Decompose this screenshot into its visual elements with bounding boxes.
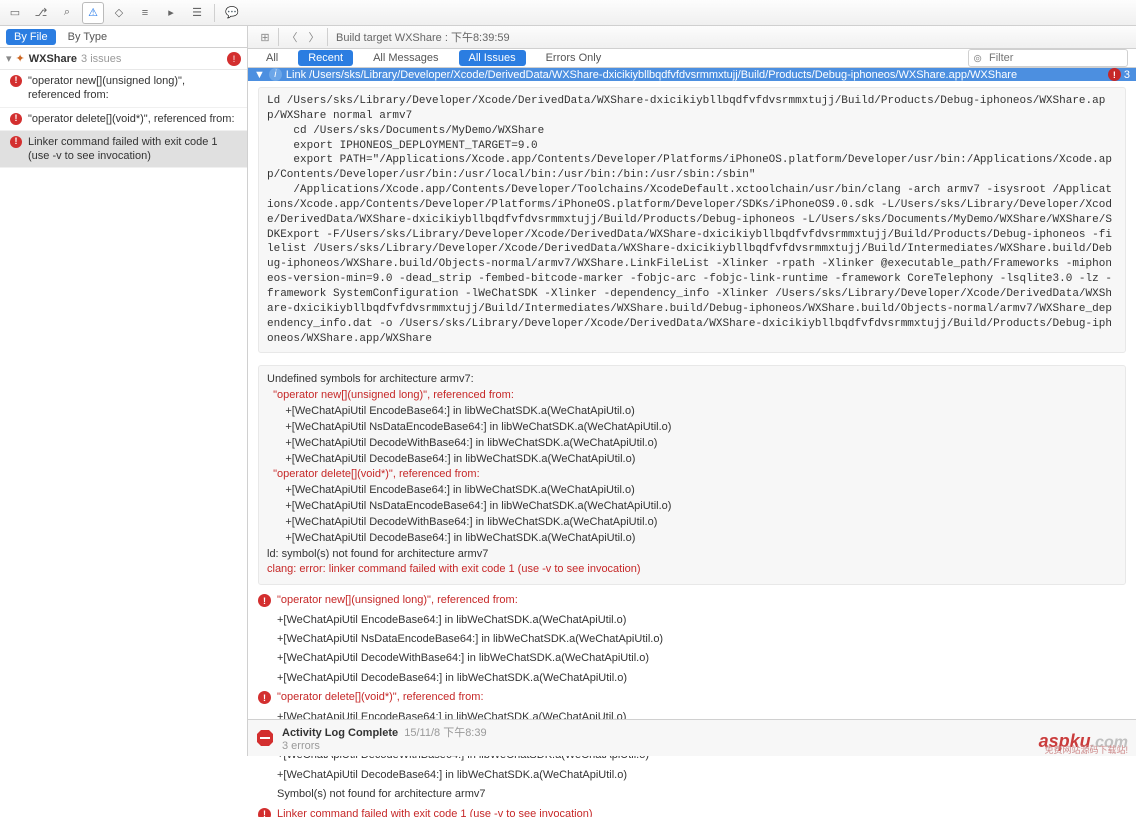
info-icon: i bbox=[269, 68, 282, 81]
error-count: 3 bbox=[1124, 69, 1130, 81]
content-toolbar: ⊞ 〈 〉 Build target WXShare : 下午8:39:59 bbox=[248, 26, 1136, 49]
detail-text: +[WeChatApiUtil EncodeBase64:] in libWeC… bbox=[277, 613, 626, 628]
activity-errors: 3 errors bbox=[282, 740, 487, 752]
related-items-icon[interactable]: ⊞ bbox=[254, 26, 276, 48]
filter-all-messages[interactable]: All Messages bbox=[363, 50, 448, 66]
issue-group-header[interactable]: ▼ i Link /Users/sks/Library/Developer/Xc… bbox=[248, 68, 1136, 81]
filter-input[interactable] bbox=[968, 49, 1128, 67]
detail-row[interactable]: ! Linker command failed with exit code 1 … bbox=[254, 805, 1130, 817]
issue-group-title: Link /Users/sks/Library/Developer/Xcode/… bbox=[286, 69, 1108, 81]
filter-errors-only[interactable]: Errors Only bbox=[536, 50, 612, 66]
sidebar-issue-item[interactable]: ! "operator delete[](void*)", referenced … bbox=[0, 108, 247, 131]
error-icon: ! bbox=[258, 808, 271, 817]
detail-row[interactable]: Symbol(s) not found for architecture arm… bbox=[254, 785, 1130, 804]
by-file-tab[interactable]: By File bbox=[6, 29, 56, 45]
forward-button[interactable]: 〉 bbox=[303, 26, 325, 48]
error-log-box: Undefined symbols for architecture armv7… bbox=[258, 365, 1126, 585]
issues-icon[interactable]: ⚠ bbox=[82, 2, 104, 24]
detail-text: +[WeChatApiUtil DecodeBase64:] in libWeC… bbox=[277, 768, 627, 783]
source-control-icon[interactable]: ⎇ bbox=[30, 2, 52, 24]
project-name: WXShare bbox=[29, 53, 77, 65]
activity-title: Activity Log Complete bbox=[282, 727, 398, 739]
breadcrumb[interactable]: Build target WXShare : 下午8:39:59 bbox=[336, 29, 510, 45]
error-icon: ! bbox=[10, 136, 22, 148]
log-icon[interactable]: ☰ bbox=[186, 2, 208, 24]
detail-text: Linker command failed with exit code 1 (… bbox=[277, 807, 593, 817]
sidebar-issue-item[interactable]: ! Linker command failed with exit code 1 … bbox=[0, 131, 247, 169]
search-icon[interactable]: ⌕ bbox=[56, 2, 78, 24]
issue-text: "operator delete[](void*)", referenced f… bbox=[28, 113, 235, 125]
detail-row[interactable]: +[WeChatApiUtil EncodeBase64:] in libWeC… bbox=[254, 611, 1130, 630]
detail-text: +[WeChatApiUtil NsDataEncodeBase64:] in … bbox=[277, 632, 663, 647]
disclosure-triangle-icon[interactable]: ▾ bbox=[6, 52, 12, 65]
filter-all[interactable]: All bbox=[256, 50, 288, 66]
error-icon: ! bbox=[10, 75, 22, 87]
by-type-tab[interactable]: By Type bbox=[60, 29, 116, 45]
build-log-box: Ld /Users/sks/Library/Developer/Xcode/De… bbox=[258, 87, 1126, 353]
back-button[interactable]: 〈 bbox=[281, 26, 303, 48]
filter-magnifier-icon: ⊚ bbox=[973, 52, 982, 65]
stop-icon bbox=[256, 729, 274, 747]
content-area: ⊞ 〈 〉 Build target WXShare : 下午8:39:59 A… bbox=[248, 26, 1136, 756]
error-icon: ! bbox=[1108, 68, 1121, 81]
debug-icon[interactable]: ≡ bbox=[134, 2, 156, 24]
error-icon: ! bbox=[258, 691, 271, 704]
detail-text: Symbol(s) not found for architecture arm… bbox=[277, 787, 485, 802]
detail-row[interactable]: +[WeChatApiUtil NsDataEncodeBase64:] in … bbox=[254, 630, 1130, 649]
project-header[interactable]: ▾ ✦ WXShare 3 issues ! bbox=[0, 48, 247, 70]
sidebar: By File By Type ▾ ✦ WXShare 3 issues ! !… bbox=[0, 26, 248, 756]
issue-detail-list: ! "operator new[](unsigned long)", refere… bbox=[248, 591, 1136, 817]
watermark-sub: 免费网站源码下载站! bbox=[1044, 743, 1128, 756]
issue-text: Linker command failed with exit code 1 (… bbox=[28, 136, 218, 162]
error-badge-icon: ! bbox=[227, 52, 241, 66]
activity-time: 15/11/8 下午8:39 bbox=[404, 727, 486, 739]
separator bbox=[278, 28, 279, 46]
separator bbox=[327, 28, 328, 46]
detail-row[interactable]: +[WeChatApiUtil DecodeBase64:] in libWeC… bbox=[254, 766, 1130, 785]
issue-count: 3 issues bbox=[81, 53, 121, 65]
test-icon[interactable]: ◇ bbox=[108, 2, 130, 24]
detail-row[interactable]: +[WeChatApiUtil DecodeBase64:] in libWeC… bbox=[254, 669, 1130, 688]
breakpoint-icon[interactable]: ▸ bbox=[160, 2, 182, 24]
detail-row[interactable]: ! "operator new[](unsigned long)", refere… bbox=[254, 591, 1130, 610]
separator bbox=[214, 4, 215, 22]
error-icon: ! bbox=[10, 113, 22, 125]
filter-tabs: By File By Type bbox=[0, 26, 247, 48]
sidebar-issue-item[interactable]: ! "operator new[](unsigned long)", refere… bbox=[0, 70, 247, 108]
detail-text: +[WeChatApiUtil DecodeWithBase64:] in li… bbox=[277, 651, 649, 666]
folder-icon[interactable]: ▭ bbox=[4, 2, 26, 24]
left-toolbar: ▭ ⎇ ⌕ ⚠ ◇ ≡ ▸ ☰ 💬 bbox=[0, 0, 1136, 26]
detail-row[interactable]: ! "operator delete[](void*)", referenced … bbox=[254, 688, 1130, 707]
issue-text: "operator new[](unsigned long)", referen… bbox=[28, 75, 185, 101]
detail-text: "operator new[](unsigned long)", referen… bbox=[277, 593, 518, 608]
filter-all-issues[interactable]: All Issues bbox=[459, 50, 526, 66]
detail-text: +[WeChatApiUtil DecodeBase64:] in libWeC… bbox=[277, 671, 627, 686]
issue-filter-tabs: All Recent All Messages All Issues Error… bbox=[248, 49, 1136, 68]
disclosure-triangle-icon[interactable]: ▼ bbox=[254, 69, 265, 81]
speech-icon[interactable]: 💬 bbox=[221, 2, 243, 24]
filter-recent[interactable]: Recent bbox=[298, 50, 353, 66]
activity-bar: Activity Log Complete 15/11/8 下午8:39 3 e… bbox=[248, 719, 1136, 756]
detail-row[interactable]: +[WeChatApiUtil DecodeWithBase64:] in li… bbox=[254, 649, 1130, 668]
detail-text: "operator delete[](void*)", referenced f… bbox=[277, 690, 484, 705]
error-icon: ! bbox=[258, 594, 271, 607]
project-icon: ✦ bbox=[16, 52, 25, 65]
